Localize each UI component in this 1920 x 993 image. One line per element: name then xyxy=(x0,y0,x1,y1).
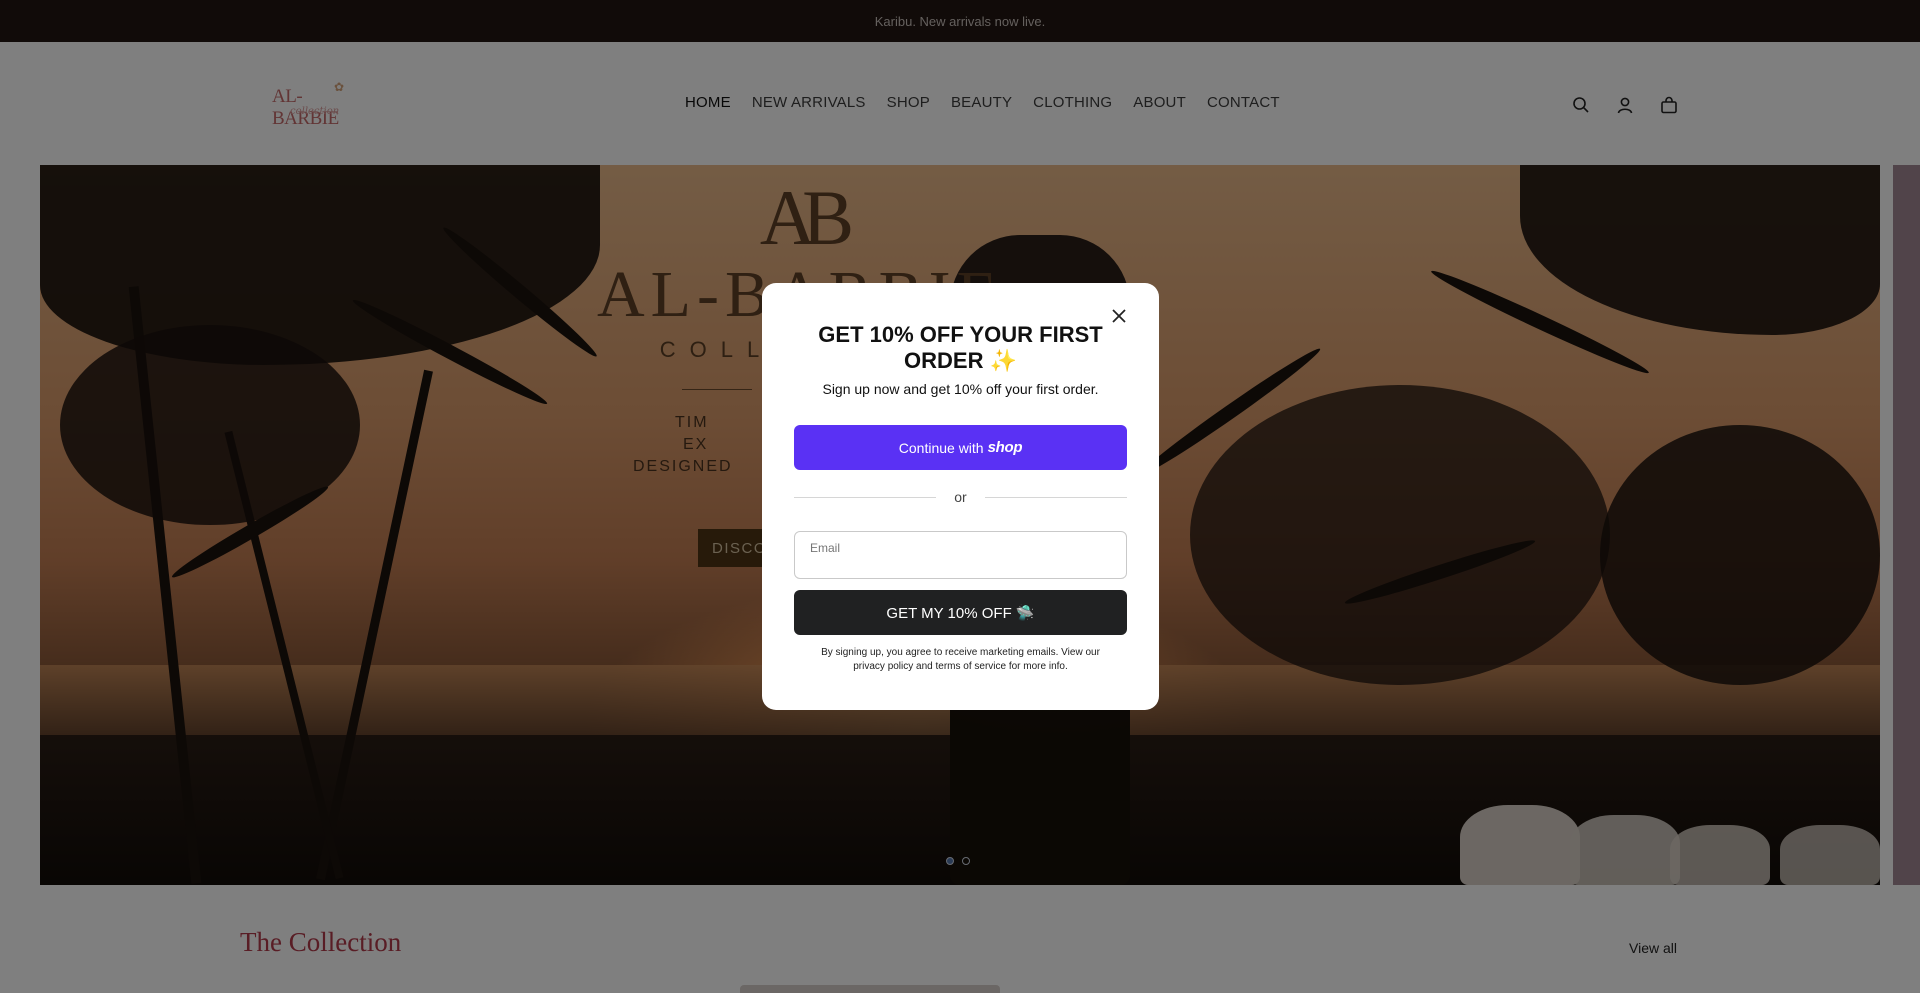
email-input[interactable] xyxy=(809,556,1109,574)
continue-with-shop-button[interactable]: Continue with shop xyxy=(794,425,1127,470)
popup-title: GET 10% OFF YOUR FIRST ORDER ✨ xyxy=(818,322,1103,373)
divider-line xyxy=(985,497,1127,498)
or-divider: or xyxy=(794,487,1127,507)
legal-text: By signing up, you agree to receive mark… xyxy=(821,647,1100,672)
shop-logo: shop xyxy=(987,439,1023,456)
email-field[interactable]: Email xyxy=(794,531,1127,579)
discount-popup: GET 10% OFF YOUR FIRST ORDER ✨ Sign up n… xyxy=(762,283,1159,710)
popup-subtitle: Sign up now and get 10% off your first o… xyxy=(822,381,1099,397)
shop-button-prefix: Continue with xyxy=(898,439,984,456)
get-discount-button[interactable]: GET MY 10% OFF 🛸 xyxy=(794,590,1127,635)
email-label: Email xyxy=(810,541,841,555)
